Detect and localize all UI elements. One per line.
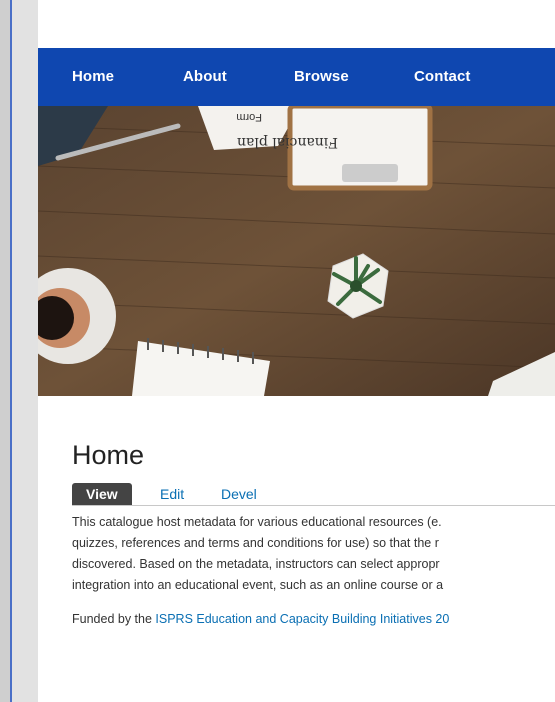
funded-prefix: Funded by the <box>72 612 156 626</box>
page-title: Home <box>72 440 145 470</box>
hero-desk-photo: Form Financial plan <box>38 106 555 396</box>
funding-note: Funded by the ISPRS Education and Capaci… <box>72 612 555 626</box>
tab-devel[interactable]: Devel <box>207 483 271 505</box>
form-text: Form <box>236 111 262 123</box>
local-tasks-tabs: View Edit Devel <box>72 483 555 506</box>
tab-edit[interactable]: Edit <box>146 483 198 505</box>
hero-image: Form Financial plan <box>38 106 555 396</box>
intro-line: quizzes, references and terms and condit… <box>72 536 439 550</box>
tab-view[interactable]: View <box>72 483 132 505</box>
nav-contact[interactable]: Contact <box>414 68 471 85</box>
nav-browse[interactable]: Browse <box>294 68 349 85</box>
clipboard-text: Financial plan <box>237 134 338 150</box>
intro-line: discovered. Based on the metadata, instr… <box>72 557 440 571</box>
main-content: Home View Edit Devel This catalogue host… <box>72 438 555 626</box>
intro-paragraph: This catalogue host metadata for various… <box>72 512 555 596</box>
window-left-frame <box>0 0 12 702</box>
main-navigation: Home About Browse Contact <box>38 48 555 106</box>
page: Home About Browse Contact Form Financial… <box>38 0 555 702</box>
nav-home[interactable]: Home <box>72 68 114 85</box>
isprs-link[interactable]: ISPRS Education and Capacity Building In… <box>155 612 449 626</box>
intro-line: integration into an educational event, s… <box>72 578 444 592</box>
intro-line: This catalogue host metadata for various… <box>72 515 442 529</box>
nav-about[interactable]: About <box>183 68 227 85</box>
